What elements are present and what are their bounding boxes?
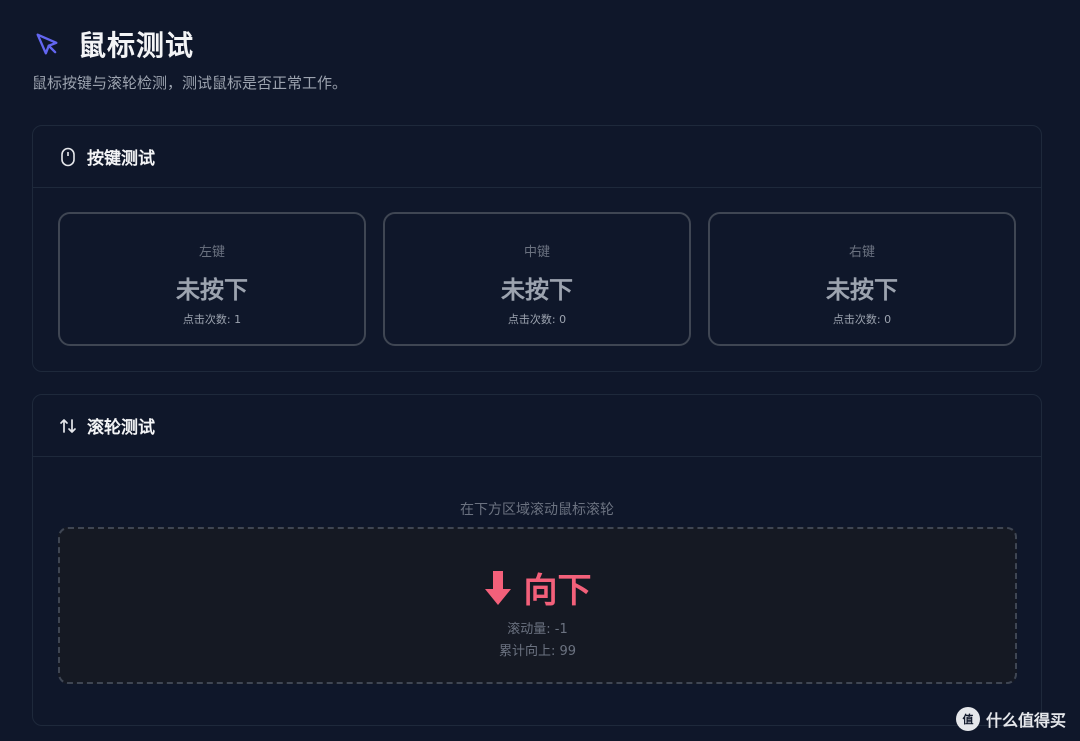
page-header: 鼠标测试 鼠标按键与滚轮检测，测试鼠标是否正常工作。 [32,24,347,93]
button-name: 右键 [848,245,875,260]
button-grid: 左键 未按下 点击次数: 1 中键 未按下 点击次数: 0 右键 未按下 点击次… [58,212,1016,346]
mouse-icon [59,147,77,167]
page-title: 鼠标测试 [78,29,195,62]
scroll-total: 累计向上: 99 [498,644,577,659]
button-name: 左键 [198,245,225,260]
scroll-delta: 滚动量: -1 [507,622,568,637]
scroll-direction: 向下 [484,563,592,612]
button-state: 未按下 [826,276,898,304]
button-test-card: 按键测试 左键 未按下 点击次数: 1 中键 未按下 点击次数: 0 右键 未按… [32,125,1042,372]
middle-button-panel[interactable]: 中键 未按下 点击次数: 0 [383,212,691,346]
button-state: 未按下 [501,276,573,304]
wheel-test-header: 滚轮测试 [33,395,1041,457]
page: 鼠标测试 鼠标按键与滚轮检测，测试鼠标是否正常工作。 按键测试 左键 未按下 点… [0,0,1080,741]
button-test-title: 按键测试 [87,149,155,169]
click-count: 点击次数: 0 [832,313,892,326]
watermark: 值 什么值得买 [955,707,1066,731]
button-name: 中键 [523,245,550,260]
watermark-text: 什么值得买 [985,711,1066,730]
cursor-arrow-icon [32,29,62,59]
button-state: 未按下 [176,276,248,304]
arrow-down-icon [484,569,512,607]
wheel-test-card: 滚轮测试 在下方区域滚动鼠标滚轮 向下 滚动量: -1 累计向上: 99 [32,394,1042,726]
wheel-hint: 在下方区域滚动鼠标滚轮 [460,502,614,518]
page-subtitle: 鼠标按键与滚轮检测，测试鼠标是否正常工作。 [32,74,348,92]
title-row: 鼠标测试 [32,24,347,64]
scroll-direction-label: 向下 [523,571,592,611]
watermark-logo: 值 [955,707,980,731]
click-count: 点击次数: 0 [507,313,567,326]
wheel-scroll-area[interactable]: 向下 滚动量: -1 累计向上: 99 [58,527,1017,684]
wheel-test-title: 滚轮测试 [87,418,155,438]
click-count: 点击次数: 1 [182,313,242,326]
up-down-arrows-icon [59,416,77,436]
button-test-header: 按键测试 [33,126,1041,188]
left-button-panel[interactable]: 左键 未按下 点击次数: 1 [58,212,366,346]
right-button-panel[interactable]: 右键 未按下 点击次数: 0 [708,212,1016,346]
